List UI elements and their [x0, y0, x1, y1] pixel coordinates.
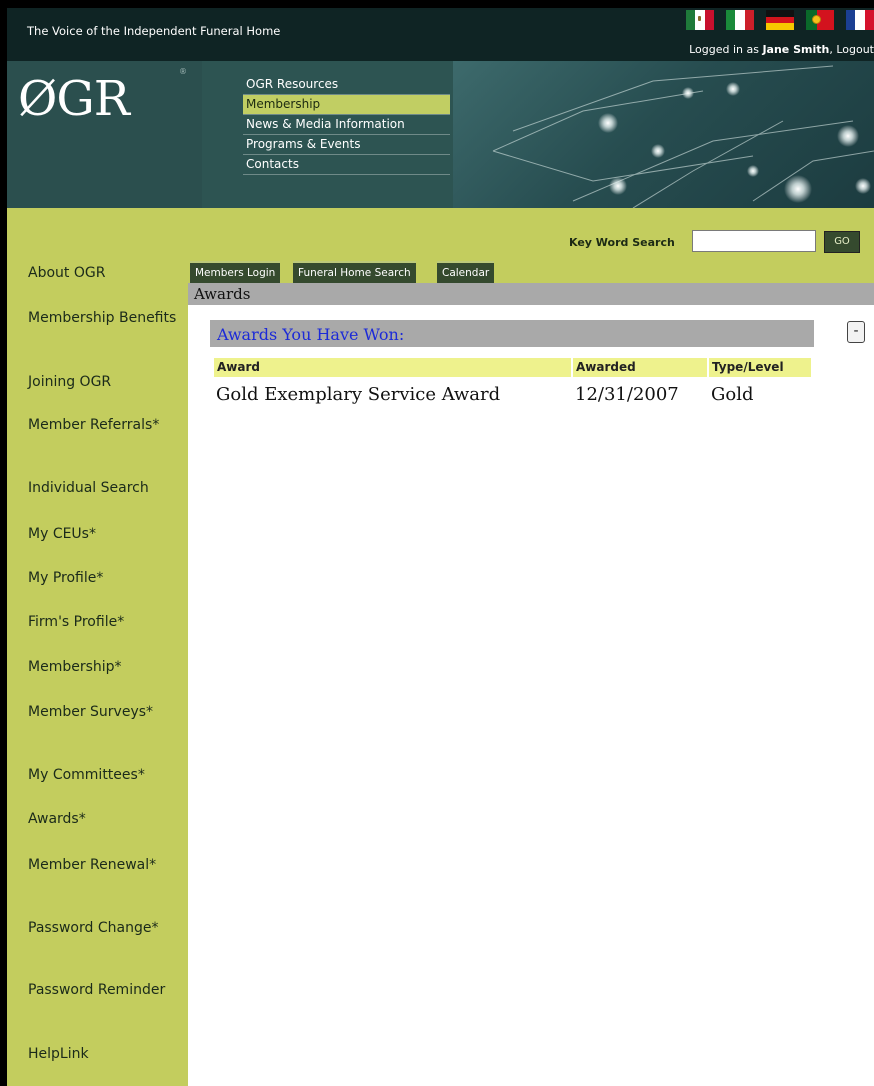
- france-flag-icon[interactable]: [846, 10, 874, 30]
- nav-contacts[interactable]: Contacts: [243, 155, 450, 175]
- ogr-logo[interactable]: ØGR: [18, 71, 130, 127]
- sidebar-item-membership-benefits[interactable]: Membership Benefits: [28, 310, 183, 326]
- user-name: Jane Smith: [762, 43, 830, 56]
- awards-panel-header: Awards You Have Won:: [210, 320, 814, 347]
- sidebar-item-password-change[interactable]: Password Change*: [28, 920, 183, 936]
- tab-members-login[interactable]: Members Login: [190, 261, 281, 284]
- logout-link[interactable]: , Logout: [829, 43, 874, 56]
- sidebar-item-member-renewal[interactable]: Member Renewal*: [28, 857, 183, 873]
- portugal-flag-icon[interactable]: [806, 10, 834, 30]
- italy-flag-icon[interactable]: [726, 10, 754, 30]
- sidebar-item-awards[interactable]: Awards*: [28, 811, 183, 827]
- language-flags: [686, 10, 874, 31]
- tab-calendar[interactable]: Calendar: [437, 261, 495, 284]
- sidebar-item-joining-ogr[interactable]: Joining OGR: [28, 374, 183, 390]
- sidebar-item-individual-search[interactable]: Individual Search: [28, 480, 183, 496]
- sidebar-item-password-reminder[interactable]: Password Reminder: [28, 982, 183, 998]
- column-header-type-level: Type/Level: [709, 358, 811, 377]
- go-button[interactable]: GO: [824, 231, 860, 253]
- award-name-cell: Gold Exemplary Service Award: [216, 384, 501, 405]
- sidebar-item-helplink[interactable]: HelpLink: [28, 1046, 183, 1062]
- awards-heading: Awards You Have Won:: [217, 325, 405, 344]
- sidebar: About OGR Membership Benefits Joining OG…: [7, 208, 188, 1086]
- window-frame-top: [0, 0, 874, 8]
- main-nav: OGR Resources Membership News & Media In…: [243, 75, 450, 175]
- logged-in-label: Logged in as: [689, 43, 763, 56]
- mexico-flag-icon[interactable]: [686, 10, 714, 30]
- nav-ogr-resources[interactable]: OGR Resources: [243, 75, 450, 95]
- sidebar-item-my-profile[interactable]: My Profile*: [28, 570, 183, 586]
- nav-membership[interactable]: Membership: [243, 95, 450, 115]
- keyword-search-input[interactable]: [692, 230, 816, 252]
- sidebar-item-my-ceus[interactable]: My CEUs*: [28, 526, 183, 542]
- banner-photo: [453, 61, 874, 208]
- window-frame-left: [0, 0, 7, 1086]
- page-title: Awards: [194, 285, 251, 303]
- award-level-cell: Gold: [711, 384, 754, 405]
- registered-mark: ®: [179, 67, 187, 76]
- logged-in-status: Logged in as Jane Smith, Logout: [689, 43, 874, 56]
- fiber-optic-image: [492, 65, 874, 208]
- tab-funeral-home-search[interactable]: Funeral Home Search: [293, 261, 416, 284]
- germany-flag-icon[interactable]: [766, 10, 794, 31]
- keyword-search-label: Key Word Search: [569, 236, 675, 249]
- collapse-button[interactable]: -: [847, 321, 865, 343]
- column-header-award: Award: [214, 358, 571, 377]
- sidebar-item-firms-profile[interactable]: Firm's Profile*: [28, 614, 183, 630]
- section-header: Awards: [188, 283, 874, 305]
- header-banner: ØGR ® OGR Resources Membership News & Me…: [7, 61, 874, 208]
- logo-area: ØGR ®: [7, 61, 202, 208]
- top-bar: The Voice of the Independent Funeral Hom…: [7, 8, 874, 61]
- award-date-cell: 12/31/2007: [575, 384, 679, 405]
- column-header-awarded: Awarded: [573, 358, 707, 377]
- nav-programs-events[interactable]: Programs & Events: [243, 135, 450, 155]
- sidebar-item-about-ogr[interactable]: About OGR: [28, 265, 183, 281]
- page: The Voice of the Independent Funeral Hom…: [7, 8, 874, 1086]
- sidebar-item-my-committees[interactable]: My Committees*: [28, 767, 183, 783]
- sidebar-item-membership[interactable]: Membership*: [28, 659, 183, 675]
- sidebar-item-member-referrals[interactable]: Member Referrals*: [28, 417, 183, 433]
- sidebar-item-member-surveys[interactable]: Member Surveys*: [28, 704, 183, 720]
- nav-news-media[interactable]: News & Media Information: [243, 115, 450, 135]
- tagline: The Voice of the Independent Funeral Hom…: [27, 24, 281, 38]
